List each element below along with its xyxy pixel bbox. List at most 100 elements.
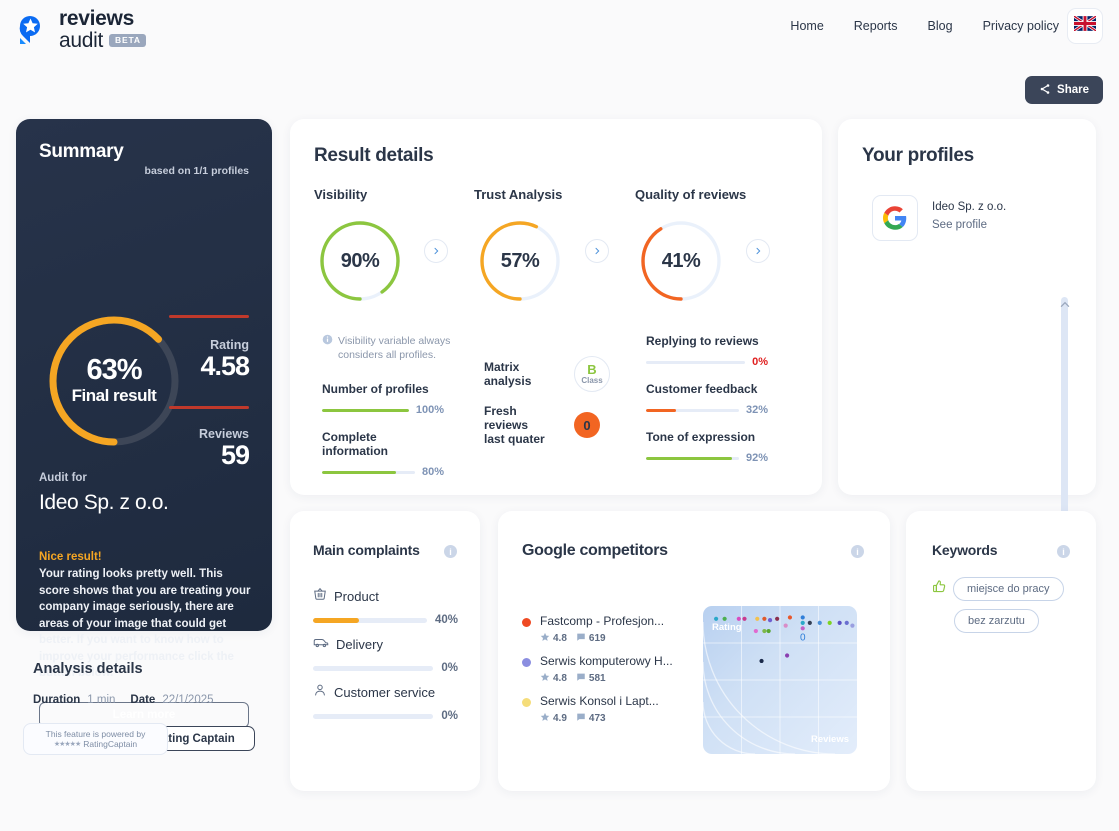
competitor-rating-value: 4.8: [553, 673, 567, 684]
metric-customer-feedback-label: Customer feedback: [646, 382, 758, 396]
star-icon: [540, 712, 550, 725]
duration-label: Duration: [33, 694, 81, 706]
thumbs-up-icon: [932, 579, 947, 599]
complaint-product-label: Product: [334, 589, 379, 604]
metric-replying-to-reviews: Replying to reviews 0%: [646, 334, 768, 368]
competitor-reviews-value: 619: [588, 633, 606, 644]
nav-item-blog[interactable]: Blog: [928, 19, 953, 33]
basket-icon: [313, 587, 327, 606]
metric-tone-of-expression: Tone of expression 92%: [646, 430, 768, 464]
keywords-info-icon[interactable]: i: [1057, 545, 1070, 558]
logo[interactable]: reviews audit BETA: [16, 8, 146, 51]
share-icon: [1039, 83, 1051, 98]
metric-replying-label: Replying to reviews: [646, 334, 759, 348]
competitor-list-item[interactable]: Fastcomp - Profesjon... 4.8 619: [522, 614, 692, 645]
metric-customer-feedback: Customer feedback 32%: [646, 382, 768, 416]
metric-tone-fill: [646, 456, 732, 460]
gauge-trust-label: Trust Analysis: [474, 187, 563, 202]
verdict-title: Nice result!: [39, 551, 102, 563]
audit-for-label: Audit for: [39, 472, 87, 484]
metric-complete-information-label: Complete information: [322, 430, 388, 458]
metric-customer-feedback-track: [646, 408, 739, 412]
keywords-card: Keywords i miejsce do pracy bez zarzutu: [906, 511, 1096, 791]
date-label: Date: [130, 694, 156, 706]
logo-line2: audit: [59, 29, 104, 52]
beta-badge: BETA: [109, 34, 146, 47]
metric-complete-information-track: [322, 470, 415, 474]
matrix-analysis-row: Matrix analysis B Class: [484, 356, 610, 392]
fresh-reviews-row: Fresh reviews last quater 0: [484, 404, 600, 446]
metric-tone-value: 92%: [745, 452, 768, 464]
comment-icon: [576, 672, 586, 685]
trust-details-chevron[interactable]: [585, 239, 609, 263]
complaint-delivery-label: Delivery: [336, 637, 383, 652]
powered-by-line1: This feature is powered by: [45, 729, 146, 739]
matrix-analysis-label: Matrix analysis: [484, 360, 532, 388]
metric-number-of-profiles-track: [322, 408, 409, 412]
powered-by-line2: RatingCaptain: [83, 739, 138, 749]
visibility-details-chevron[interactable]: [424, 239, 448, 263]
competitor-rating: 4.8: [540, 672, 567, 685]
info-icon: [322, 334, 333, 362]
nav-item-privacy-policy[interactable]: Privacy policy: [983, 19, 1059, 33]
matrix-class-badge: B Class: [574, 356, 610, 392]
main-nav: Home Reports Blog Privacy policy: [790, 19, 1059, 33]
rating-value: 4.58: [200, 351, 250, 381]
profile-list-item[interactable]: Ideo Sp. z o.o. See profile: [872, 195, 1006, 241]
keywords-title: Keywords: [932, 542, 998, 558]
google-competitors-title: Google competitors: [522, 542, 668, 559]
powered-by-badge[interactable]: This feature is powered by ★★★★★ RatingC…: [23, 723, 168, 755]
keyword-row: miejsce do pracy: [932, 577, 1077, 601]
language-switcher[interactable]: [1067, 8, 1103, 44]
final-result-value: 63%: [86, 354, 142, 386]
rating-divider-bottom: [169, 406, 249, 409]
logo-line1: reviews: [59, 7, 134, 30]
visibility-note: Visibility variable always considers all…: [322, 334, 470, 362]
gauge-visibility-value: 90%: [340, 249, 380, 272]
competitors-matrix-chart[interactable]: 0 Rating Reviews: [703, 606, 857, 754]
competitor-name: Fastcomp - Profesjon...: [540, 614, 665, 628]
dashboard-page: reviews audit BETA Home Reports Blog Pri…: [0, 0, 1119, 831]
google-competitors-info-icon[interactable]: i: [851, 545, 864, 558]
quality-details-chevron[interactable]: [746, 239, 770, 263]
rating-divider-top: [169, 315, 249, 318]
duration-value: 1 min: [87, 694, 116, 706]
main-complaints-title: Main complaints: [313, 542, 420, 558]
chevron-up-icon[interactable]: [1060, 300, 1070, 311]
google-icon: [872, 195, 918, 241]
metric-tone-track: [646, 456, 739, 460]
complaint-product-fill: [313, 617, 359, 623]
rating-label: Rating: [210, 338, 249, 352]
reviews-value: 59: [220, 440, 250, 470]
nav-item-home[interactable]: Home: [790, 19, 823, 33]
summary-based-on: based on 1/1 profiles: [144, 165, 249, 177]
keyword-pill[interactable]: bez zarzutu: [954, 609, 1039, 633]
result-details-title: Result details: [314, 145, 434, 166]
competitor-rating-value: 4.8: [553, 633, 567, 644]
see-profile-link[interactable]: See profile: [932, 219, 1006, 231]
complaint-customer-service-track: [313, 713, 434, 719]
keyword-pill[interactable]: miejsce do pracy: [953, 577, 1064, 601]
share-button[interactable]: Share: [1025, 76, 1103, 104]
gauge-visibility-label: Visibility: [314, 187, 368, 202]
nav-item-reports[interactable]: Reports: [854, 19, 898, 33]
metric-number-of-profiles-label: Number of profiles: [322, 382, 429, 396]
main-complaints-info-icon[interactable]: i: [444, 545, 457, 558]
uk-flag-icon: [1073, 14, 1097, 36]
audited-company-name: Ideo Sp. z o.o.: [39, 491, 169, 514]
profiles-scrollbar[interactable]: [1061, 297, 1068, 525]
competitor-reviews: 619: [576, 632, 606, 645]
competitor-rating: 4.8: [540, 632, 567, 645]
competitor-color-dot: [522, 618, 531, 627]
svg-text:0: 0: [800, 632, 806, 643]
competitors-list: Fastcomp - Profesjon... 4.8 619 Serwis k…: [522, 614, 692, 734]
gauge-trust-value: 57%: [500, 249, 540, 272]
competitor-list-item[interactable]: Serwis Konsol i Lapt... 4.9 473: [522, 694, 692, 725]
matrix-class-letter: B: [587, 362, 597, 377]
reviews-stat: Reviews 59: [199, 427, 250, 470]
svg-text:Rating: Rating: [712, 622, 742, 633]
final-result-gauge: 63% Final result: [44, 311, 184, 451]
competitor-list-item[interactable]: Serwis komputerowy H... 4.8 581: [522, 654, 692, 685]
complaint-customer-service-value: 0%: [441, 710, 458, 722]
metric-number-of-profiles-fill: [322, 408, 409, 412]
